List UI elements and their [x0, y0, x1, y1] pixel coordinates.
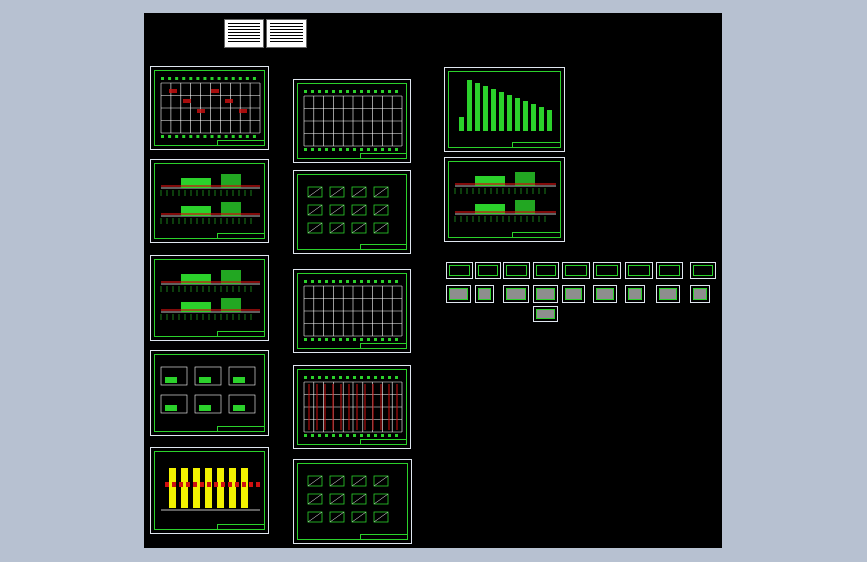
floor-plan-sheet[interactable] — [150, 66, 269, 150]
index-table — [228, 23, 260, 44]
column-schedule-sheet[interactable] — [444, 67, 565, 152]
notes-table — [270, 23, 303, 44]
thumbnail-sheet[interactable] — [562, 285, 585, 303]
elevation-drawing — [454, 172, 556, 222]
thumbnail-border — [596, 265, 618, 276]
thumbnail-border — [565, 265, 587, 276]
thumbnail-border — [693, 288, 707, 300]
thumbnail-border — [506, 288, 526, 300]
cad-model-space[interactable] — [144, 13, 722, 548]
thumbnail-border — [628, 265, 650, 276]
thumbnail-sheet[interactable] — [656, 262, 683, 279]
plan-drawing — [303, 280, 403, 341]
thumbnail-border — [628, 288, 642, 300]
thumbnail-sheet[interactable] — [475, 285, 494, 303]
plan-drawing — [160, 77, 261, 138]
thumbnail-sheet[interactable] — [533, 285, 558, 303]
column-elevation-sheet[interactable] — [444, 157, 565, 242]
thumbnail-sheet[interactable] — [562, 262, 590, 279]
thumbnail-sheet[interactable] — [533, 306, 558, 322]
thumbnail-sheet[interactable] — [446, 262, 473, 279]
plan-drawing — [303, 90, 403, 151]
thumbnail-border — [536, 288, 555, 300]
thumbnail-sheet[interactable] — [475, 262, 501, 279]
thumbnail-sheet[interactable] — [593, 285, 617, 303]
sections-drawing — [160, 366, 256, 414]
thumbnail-border — [506, 265, 527, 276]
elevation-yellow-sheet[interactable] — [150, 447, 269, 534]
thumbnail-border — [693, 265, 713, 276]
thumbnail-sheet[interactable] — [656, 285, 680, 303]
foundation-details-sheet[interactable] — [293, 170, 411, 254]
elevation-drawing — [160, 174, 260, 224]
thumbnail-sheet[interactable] — [690, 262, 716, 279]
thumbnail-border — [478, 288, 491, 300]
thumbnail-sheet[interactable] — [690, 285, 710, 303]
yellow-elevation-drawing — [161, 468, 260, 511]
beam-layout-sheet[interactable] — [293, 269, 411, 353]
thumbnail-sheet[interactable] — [625, 262, 653, 279]
thumbnail-sheet[interactable] — [533, 262, 559, 279]
structural-plan-sheet[interactable] — [293, 79, 411, 163]
thumbnail-border — [478, 265, 498, 276]
slab-reinforcement-sheet[interactable] — [293, 365, 411, 449]
thumbnail-border — [596, 288, 614, 300]
elevation-sheet-b[interactable] — [150, 255, 269, 341]
thumbnail-border — [536, 265, 556, 276]
thumbnail-border — [659, 265, 680, 276]
details-drawing — [307, 186, 389, 234]
thumbnail-sheet[interactable] — [625, 285, 645, 303]
thumbnail-sheet[interactable] — [503, 262, 530, 279]
thumbnail-border — [565, 288, 582, 300]
thumbnail-border — [536, 309, 555, 319]
thumbnail-border — [449, 265, 470, 276]
thumbnail-sheet[interactable] — [593, 262, 621, 279]
thumbnail-sheet[interactable] — [446, 285, 471, 303]
bars-drawing — [459, 80, 552, 131]
thumbnail-border — [449, 288, 468, 300]
section-details-sheet[interactable] — [150, 350, 269, 436]
thumbnail-sheet[interactable] — [503, 285, 529, 303]
design-notes-sheet[interactable] — [266, 19, 307, 48]
details-drawing — [307, 475, 389, 523]
thumbnail-border — [659, 288, 677, 300]
drawing-index-sheet[interactable] — [224, 19, 264, 48]
plan-drawing — [303, 376, 403, 437]
elevation-drawing — [160, 270, 260, 320]
elevation-sheet-a[interactable] — [150, 159, 269, 243]
stair-details-sheet[interactable] — [293, 459, 412, 544]
